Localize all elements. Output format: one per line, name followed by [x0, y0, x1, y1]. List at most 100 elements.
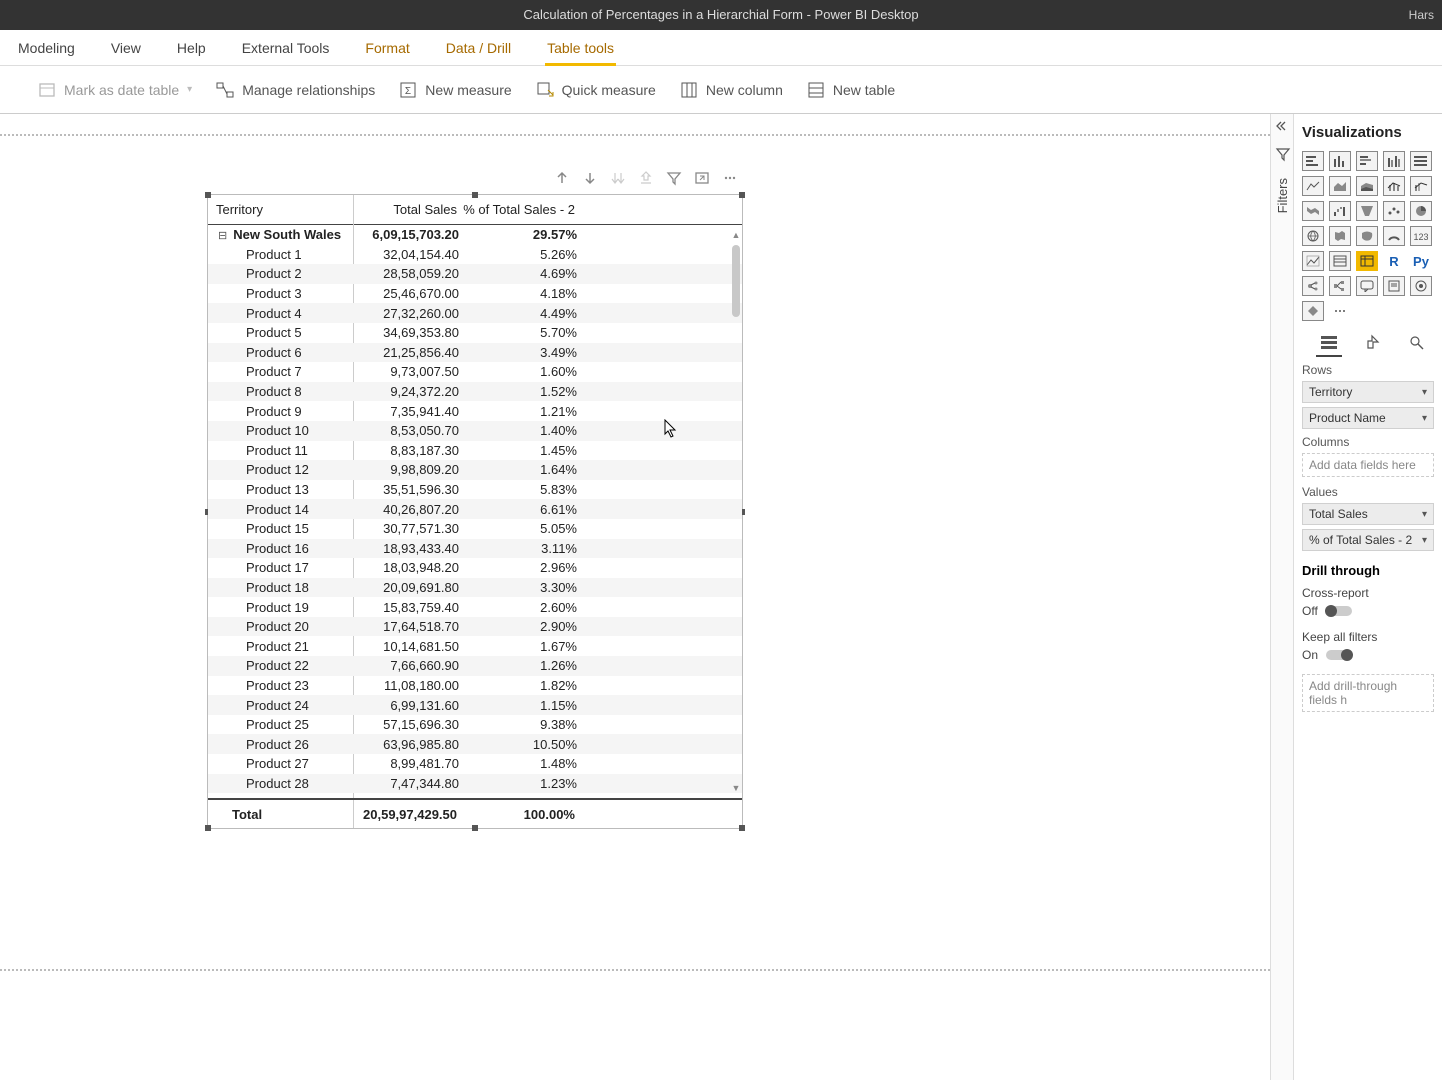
fields-tab-icon[interactable]	[1316, 331, 1342, 353]
viz-stacked-area-icon[interactable]	[1356, 176, 1378, 196]
viz-ribbon-icon[interactable]	[1302, 201, 1324, 221]
columns-drop-zone[interactable]: Add data fields here	[1302, 453, 1434, 477]
matrix-data-row[interactable]: Product 278,99,481.701.48%	[208, 754, 742, 774]
matrix-data-row[interactable]: Product 287,47,344.801.23%	[208, 774, 742, 794]
matrix-visual[interactable]: Territory Total Sales % of Total Sales -…	[207, 194, 743, 829]
viz-clustered-column-icon[interactable]	[1383, 151, 1405, 171]
focus-mode-icon[interactable]	[692, 168, 712, 188]
new-table-button[interactable]: New table	[807, 81, 895, 99]
matrix-data-row[interactable]: Product 1335,51,596.305.83%	[208, 480, 742, 500]
matrix-data-row[interactable]: Product 228,58,059.204.69%	[208, 264, 742, 284]
matrix-data-row[interactable]: Product 246,99,131.601.15%	[208, 695, 742, 715]
matrix-group-row[interactable]: New South Wales 6,09,15,703.20 29.57%	[208, 225, 742, 245]
tab-data-drill[interactable]: Data / Drill	[428, 30, 529, 66]
viz-more-icon[interactable]	[1329, 301, 1351, 321]
matrix-data-row[interactable]: Product 2311,08,180.001.82%	[208, 676, 742, 696]
filters-label[interactable]: Filters	[1275, 178, 1290, 213]
matrix-data-row[interactable]: Product 1718,03,948.202.96%	[208, 558, 742, 578]
tab-modeling[interactable]: Modeling	[0, 30, 93, 66]
quick-measure-button[interactable]: Quick measure	[536, 81, 656, 99]
viz-funnel-icon[interactable]	[1356, 201, 1378, 221]
viz-area-icon[interactable]	[1329, 176, 1351, 196]
viz-paginated-icon[interactable]	[1383, 276, 1405, 296]
matrix-data-row[interactable]: Product 2110,14,681.501.67%	[208, 636, 742, 656]
matrix-data-row[interactable]: Product 108,53,050.701.40%	[208, 421, 742, 441]
matrix-data-row[interactable]: Product 118,83,187.301.45%	[208, 441, 742, 461]
tab-view[interactable]: View	[93, 30, 159, 66]
new-column-button[interactable]: New column	[680, 81, 783, 99]
viz-pie-icon[interactable]	[1410, 201, 1432, 221]
viz-line-icon[interactable]	[1302, 176, 1324, 196]
expand-all-icon[interactable]	[636, 168, 656, 188]
cross-report-toggle[interactable]: Off	[1302, 604, 1434, 618]
viz-100-bar-icon[interactable]	[1410, 151, 1432, 171]
viz-matrix-icon[interactable]	[1356, 251, 1378, 271]
tab-help[interactable]: Help	[159, 30, 224, 66]
matrix-data-row[interactable]: Product 1820,09,691.803.30%	[208, 578, 742, 598]
viz-stacked-column-icon[interactable]	[1329, 151, 1351, 171]
matrix-data-row[interactable]: Product 1915,83,759.402.60%	[208, 597, 742, 617]
field-pill-pct[interactable]: % of Total Sales - 2▾	[1302, 529, 1434, 551]
viz-line-clustered-icon[interactable]	[1410, 176, 1432, 196]
viz-qa-icon[interactable]	[1356, 276, 1378, 296]
viz-filled-map-icon[interactable]	[1329, 226, 1351, 246]
expand-filters-icon[interactable]	[1271, 114, 1295, 138]
field-pill-product-name[interactable]: Product Name▾	[1302, 407, 1434, 429]
viz-waterfall-icon[interactable]	[1329, 201, 1351, 221]
matrix-data-row[interactable]: Product 534,69,353.805.70%	[208, 323, 742, 343]
filter-icon[interactable]	[664, 168, 684, 188]
drill-down-icon[interactable]	[580, 168, 600, 188]
viz-r-script-icon[interactable]: R	[1383, 251, 1405, 271]
new-measure-button[interactable]: Σ New measure	[399, 81, 511, 99]
viz-table-icon[interactable]	[1329, 251, 1351, 271]
viz-decomposition-icon[interactable]	[1329, 276, 1351, 296]
viz-shape-map-icon[interactable]	[1356, 226, 1378, 246]
viz-card-icon[interactable]: 123	[1410, 226, 1432, 246]
scroll-thumb[interactable]	[732, 245, 740, 317]
viz-line-column-icon[interactable]	[1383, 176, 1405, 196]
matrix-data-row[interactable]: Product 2557,15,696.309.38%	[208, 715, 742, 735]
scroll-up-icon[interactable]: ▲	[730, 229, 742, 241]
analytics-tab-icon[interactable]	[1404, 331, 1430, 353]
viz-kpi-icon[interactable]	[1302, 251, 1324, 271]
matrix-data-row[interactable]: Product 129,98,809.201.64%	[208, 460, 742, 480]
tab-format[interactable]: Format	[347, 30, 427, 66]
header-pct[interactable]: % of Total Sales - 2	[463, 202, 581, 217]
viz-gauge-icon[interactable]	[1383, 226, 1405, 246]
tab-external-tools[interactable]: External Tools	[224, 30, 348, 66]
mark-date-table-button[interactable]: Mark as date table ▾	[38, 81, 192, 99]
matrix-data-row[interactable]: Product 227,66,660.901.26%	[208, 656, 742, 676]
viz-powerapps-icon[interactable]	[1302, 301, 1324, 321]
expand-next-level-icon[interactable]	[608, 168, 628, 188]
viz-key-influencers-icon[interactable]	[1302, 276, 1324, 296]
report-canvas[interactable]: Territory Total Sales % of Total Sales -…	[0, 114, 1442, 1080]
tab-table-tools[interactable]: Table tools	[529, 30, 632, 66]
drill-through-drop-zone[interactable]: Add drill-through fields h	[1302, 674, 1434, 712]
field-pill-territory[interactable]: Territory▾	[1302, 381, 1434, 403]
format-tab-icon[interactable]	[1360, 331, 1386, 353]
more-options-icon[interactable]	[720, 168, 740, 188]
matrix-data-row[interactable]: Product 89,24,372.201.52%	[208, 382, 742, 402]
field-pill-total-sales[interactable]: Total Sales▾	[1302, 503, 1434, 525]
matrix-data-row[interactable]: Product 2017,64,518.702.90%	[208, 617, 742, 637]
matrix-data-row[interactable]: Product 427,32,260.004.49%	[208, 303, 742, 323]
viz-stacked-bar-icon[interactable]	[1302, 151, 1324, 171]
matrix-data-row[interactable]: Product 2663,96,985.8010.50%	[208, 734, 742, 754]
viz-map-icon[interactable]	[1302, 226, 1324, 246]
matrix-body[interactable]: New South Wales 6,09,15,703.20 29.57% Pr…	[208, 225, 742, 800]
matrix-data-row[interactable]: Product 132,04,154.405.26%	[208, 245, 742, 265]
matrix-data-row[interactable]: Product 97,35,941.401.21%	[208, 401, 742, 421]
matrix-data-row[interactable]: Product 325,46,670.004.18%	[208, 284, 742, 304]
matrix-data-row[interactable]: Product 621,25,856.403.49%	[208, 343, 742, 363]
scroll-down-icon[interactable]: ▼	[730, 782, 742, 794]
matrix-data-row[interactable]: Product 1530,77,571.305.05%	[208, 519, 742, 539]
viz-scatter-icon[interactable]	[1383, 201, 1405, 221]
keep-filters-toggle[interactable]: On	[1302, 648, 1434, 662]
scrollbar[interactable]: ▲ ▼	[730, 229, 742, 794]
header-total-sales[interactable]: Total Sales	[353, 202, 463, 217]
manage-relationships-button[interactable]: Manage relationships	[216, 81, 375, 99]
drill-up-icon[interactable]	[552, 168, 572, 188]
viz-arcgis-icon[interactable]	[1410, 276, 1432, 296]
matrix-data-row[interactable]: Product 79,73,007.501.60%	[208, 362, 742, 382]
matrix-data-row[interactable]: Product 1618,93,433.403.11%	[208, 539, 742, 559]
